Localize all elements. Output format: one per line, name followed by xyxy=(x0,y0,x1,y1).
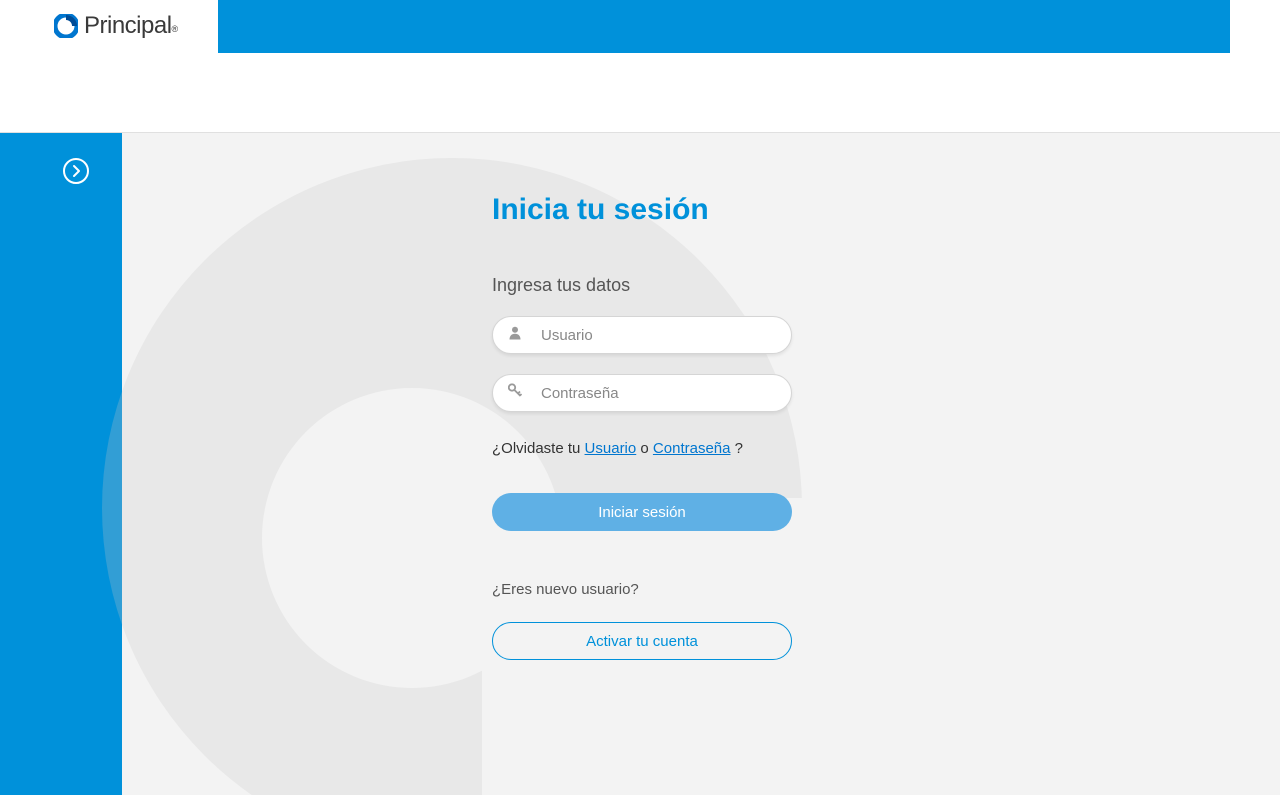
login-button[interactable]: Iniciar sesión xyxy=(492,493,792,531)
username-input[interactable] xyxy=(492,316,792,354)
password-group xyxy=(492,374,792,412)
sidebar-expand-button[interactable] xyxy=(62,157,90,185)
password-input[interactable] xyxy=(492,374,792,412)
forgot-prefix: ¿Olvidaste tu xyxy=(492,440,585,457)
user-icon xyxy=(508,326,522,345)
forgot-middle: o xyxy=(636,440,653,457)
username-group xyxy=(492,316,792,354)
forgot-suffix: ? xyxy=(730,440,743,457)
login-subtitle: Ingresa tus datos xyxy=(492,275,792,296)
main-content: Inicia tu sesión Ingresa tus datos xyxy=(122,133,1280,795)
brand-name: Principal xyxy=(84,12,172,40)
forgot-text: ¿Olvidaste tu Usuario o Contraseña ? xyxy=(492,440,792,457)
forgot-username-link[interactable]: Usuario xyxy=(585,440,637,457)
forgot-password-link[interactable]: Contraseña xyxy=(653,440,731,457)
principal-logo-icon xyxy=(54,14,78,38)
login-form: Inicia tu sesión Ingresa tus datos xyxy=(492,193,792,660)
registered-mark: ® xyxy=(172,24,179,34)
new-user-prompt: ¿Eres nuevo usuario? xyxy=(492,581,792,598)
key-icon xyxy=(508,384,522,403)
login-title: Inicia tu sesión xyxy=(492,193,792,227)
chevron-right-circle-icon xyxy=(62,157,90,185)
header-bar xyxy=(218,0,1230,53)
content-area: Inicia tu sesión Ingresa tus datos xyxy=(0,132,1280,795)
activate-account-button[interactable]: Activar tu cuenta xyxy=(492,622,792,660)
brand-logo[interactable]: Principal ® xyxy=(54,2,178,50)
